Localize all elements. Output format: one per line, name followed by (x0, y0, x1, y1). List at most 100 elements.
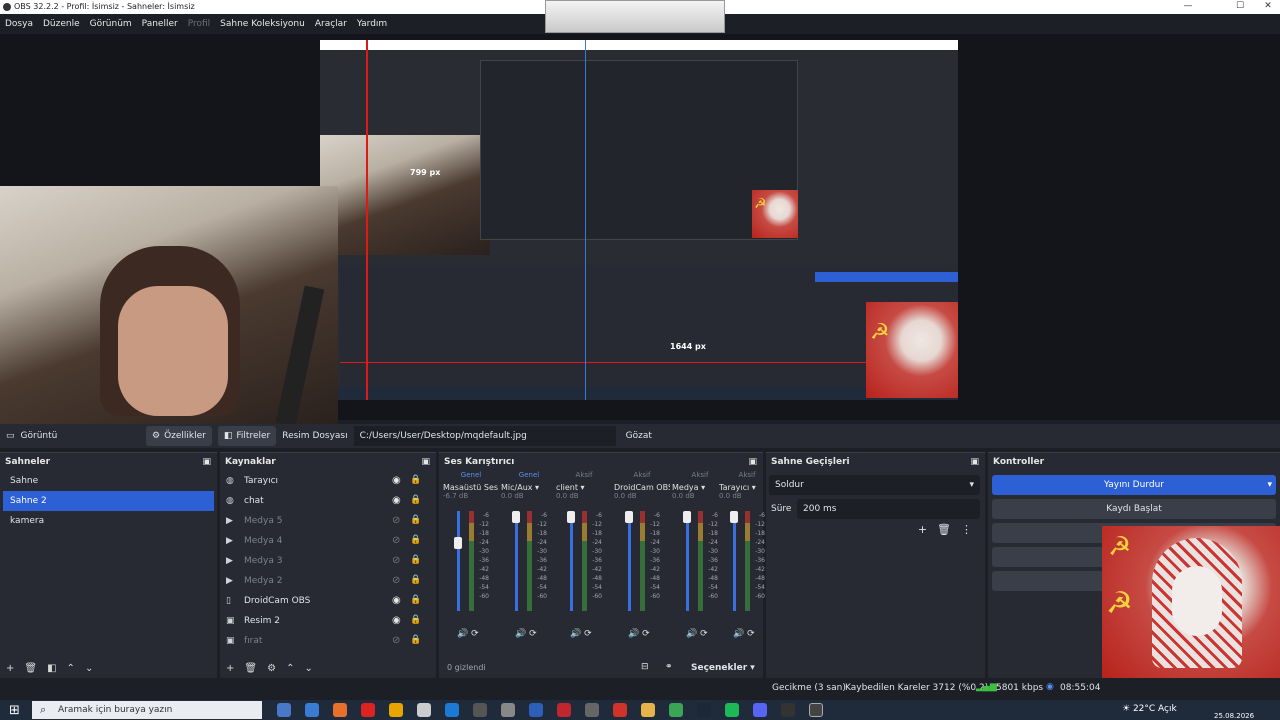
source-item[interactable]: ◍ chat ◉ 🔒 (220, 491, 436, 511)
menu-yardim[interactable]: Yardım (357, 19, 387, 29)
dock-undock-icon[interactable]: ▣ (202, 457, 211, 467)
channel-name[interactable]: Mic/Aux ▾ (501, 483, 557, 492)
windows-start-icon[interactable]: ⊞ (9, 703, 20, 718)
chrome-alt-icon[interactable] (669, 703, 683, 717)
source-item[interactable]: ▶ Medya 5 ⊘ 🔒 (220, 511, 436, 531)
add-icon[interactable]: + (6, 663, 14, 674)
copilot-icon[interactable] (305, 703, 319, 717)
duration-field[interactable]: 200 ms (797, 499, 980, 519)
stop-stream-button[interactable]: Yayını Durdur ▾ (992, 475, 1276, 495)
menu-profil[interactable]: Profil (188, 19, 210, 29)
steam-icon[interactable] (697, 703, 711, 717)
maximize-button[interactable]: ☐ (1230, 1, 1250, 11)
lock-icon[interactable]: 🔒 (410, 555, 421, 565)
word-icon[interactable] (529, 703, 543, 717)
eye-hidden-icon[interactable]: ⊘ (392, 555, 400, 566)
dock-undock-icon[interactable]: ▣ (748, 457, 757, 467)
firefox-icon[interactable] (333, 703, 347, 717)
eye-hidden-icon[interactable]: ⊘ (392, 575, 400, 586)
chrome-icon[interactable] (389, 703, 403, 717)
channel-name[interactable]: Masaüstü Ses ▾ (443, 483, 499, 492)
eye-hidden-icon[interactable]: ⊘ (392, 535, 400, 546)
menu-sahne-koleksiyonu[interactable]: Sahne Koleksiyonu (220, 19, 305, 29)
app-icon[interactable] (585, 703, 599, 717)
mixer-layout-icon[interactable]: ⊟ (641, 662, 649, 672)
epic-icon[interactable] (781, 703, 795, 717)
fader-knob[interactable] (567, 511, 575, 523)
volume-fader[interactable] (570, 511, 573, 611)
volume-fader[interactable] (686, 511, 689, 611)
speaker-icon[interactable]: 🔊 ⟳ (733, 629, 755, 639)
channel-name[interactable]: client ▾ (556, 483, 612, 492)
trash-icon[interactable]: 🗑 (24, 663, 37, 674)
source-item[interactable]: ▶ Medya 4 ⊘ 🔒 (220, 531, 436, 551)
webcam-source[interactable] (0, 186, 338, 426)
volume-fader[interactable] (515, 511, 518, 611)
app-icon[interactable] (501, 703, 515, 717)
source-item[interactable]: ▣ Resim 2 ◉ 🔒 (220, 611, 436, 631)
fader-knob[interactable] (625, 511, 633, 523)
gear-icon[interactable]: ⚙ (267, 663, 276, 674)
filters-button[interactable]: ◧ Filtreler (217, 426, 277, 446)
spotify-icon[interactable] (725, 703, 739, 717)
scene-item[interactable]: kamera (3, 511, 214, 531)
down-icon[interactable]: ⌄ (85, 663, 93, 674)
fader-knob[interactable] (512, 511, 520, 523)
lock-icon[interactable]: 🔒 (410, 595, 421, 605)
fader-knob[interactable] (683, 511, 691, 523)
scene-item-selected[interactable]: Sahne 2 (3, 491, 214, 511)
source-item[interactable]: ◍ Tarayıcı ◉ 🔒 (220, 471, 436, 491)
lock-icon[interactable]: 🔒 (410, 495, 421, 505)
trash-icon[interactable]: 🗑 (244, 663, 257, 674)
menu-paneller[interactable]: Paneller (142, 19, 178, 29)
volume-fader[interactable] (457, 511, 460, 611)
up-icon[interactable]: ⌃ (286, 663, 294, 674)
obs-active-icon[interactable] (809, 703, 823, 717)
menu-araclar[interactable]: Araçlar (315, 19, 347, 29)
minimize-button[interactable]: — (1178, 1, 1198, 11)
menu-duzenle[interactable]: Düzenle (43, 19, 80, 29)
scene-item[interactable]: Sahne (3, 471, 214, 491)
mixer-options-button[interactable]: Seçenekler ▾ (691, 663, 755, 673)
speaker-icon[interactable]: 🔊 ⟳ (628, 629, 650, 639)
fader-knob[interactable] (730, 511, 738, 523)
volume-fader[interactable] (628, 511, 631, 611)
lock-icon[interactable]: 🔒 (410, 475, 421, 485)
dock-undock-icon[interactable]: ▣ (970, 457, 979, 467)
task-view-icon[interactable] (277, 703, 291, 717)
lock-icon[interactable]: 🔒 (410, 575, 421, 585)
app-icon[interactable] (473, 703, 487, 717)
fader-knob[interactable] (454, 537, 462, 549)
browse-button[interactable]: Gözat (620, 426, 658, 446)
source-item[interactable]: ▶ Medya 3 ⊘ 🔒 (220, 551, 436, 571)
lock-icon[interactable]: 🔒 (410, 535, 421, 545)
down-icon[interactable]: ⌄ (304, 663, 312, 674)
eye-hidden-icon[interactable]: ⊘ (392, 635, 400, 646)
source-item[interactable]: ▶ Medya 2 ⊘ 🔒 (220, 571, 436, 591)
speaker-icon[interactable]: 🔊 ⟳ (457, 629, 479, 639)
close-button[interactable]: ✕ (1258, 1, 1278, 11)
add-icon[interactable]: + (226, 663, 234, 674)
dock-undock-icon[interactable]: ▣ (421, 457, 430, 467)
channel-name[interactable]: DroidCam OBS ▾ (614, 483, 670, 492)
opera-gx-icon[interactable] (557, 703, 571, 717)
source-item[interactable]: ▯ DroidCam OBS ◉ 🔒 (220, 591, 436, 611)
speaker-icon[interactable]: 🔊 ⟳ (570, 629, 592, 639)
discord-icon[interactable] (753, 703, 767, 717)
properties-button[interactable]: ⚙ Özellikler (146, 426, 212, 446)
up-icon[interactable]: ⌃ (67, 663, 75, 674)
more-icon[interactable]: ⋮ (961, 523, 972, 536)
eye-icon[interactable]: ◉ (392, 495, 401, 506)
menu-dosya[interactable]: Dosya (5, 19, 33, 29)
lock-icon[interactable]: 🔒 (410, 635, 421, 645)
obs-taskbar-icon[interactable] (417, 703, 431, 717)
edge-icon[interactable] (445, 703, 459, 717)
lock-icon[interactable]: 🔒 (410, 515, 421, 525)
volume-fader[interactable] (733, 511, 736, 611)
speaker-icon[interactable]: 🔊 ⟳ (515, 629, 537, 639)
opera-icon[interactable] (361, 703, 375, 717)
eye-icon[interactable]: ◉ (392, 615, 401, 626)
speaker-icon[interactable]: 🔊 ⟳ (686, 629, 708, 639)
eye-icon[interactable]: ◉ (392, 595, 401, 606)
eye-icon[interactable]: ◉ (392, 475, 401, 486)
